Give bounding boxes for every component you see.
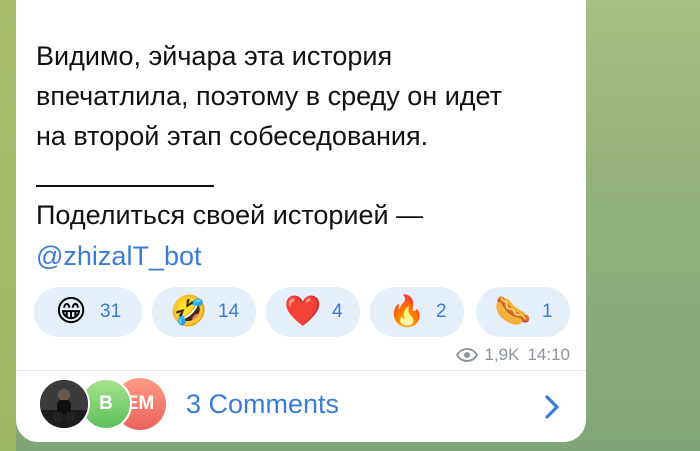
reaction-chip[interactable]: 🔥 2	[370, 287, 464, 337]
share-story-text: Поделиться своей историей —	[36, 200, 424, 230]
chevron-right-icon[interactable]	[542, 394, 562, 425]
reaction-chip[interactable]: ❤️ 4	[266, 287, 360, 337]
rolling-laughing-icon: 🤣	[170, 295, 208, 328]
bot-link[interactable]: @zhizalT_bot	[36, 236, 201, 276]
red-heart-icon: ❤️	[284, 295, 322, 328]
eye-icon	[456, 348, 479, 362]
view-count: 1,9K	[484, 345, 520, 364]
message-meta: 1,9K 14:10	[456, 345, 570, 365]
comments-divider	[16, 370, 586, 371]
message-time: 14:10	[527, 345, 570, 364]
reaction-chip[interactable]: 😁 31	[34, 287, 142, 337]
reaction-count: 4	[332, 301, 343, 322]
hotdog-icon: 🌭	[494, 295, 532, 328]
reaction-count: 31	[100, 301, 122, 322]
comments-button[interactable]: 3 Comments	[186, 386, 339, 422]
message-text: Видимо, эйчара эта история впечатлила, п…	[36, 41, 503, 151]
commenter-avatar-photo	[38, 378, 90, 430]
reaction-count: 1	[542, 301, 553, 322]
reaction-count: 2	[436, 301, 447, 322]
reaction-chip[interactable]: 🌭 1	[476, 287, 570, 337]
chat-background-left	[0, 0, 16, 451]
user-photo-avatar	[40, 380, 88, 428]
reaction-chip[interactable]: 🤣 14	[152, 287, 256, 337]
reaction-count: 14	[218, 301, 240, 322]
text-divider	[36, 185, 214, 187]
fire-icon: 🔥	[388, 295, 426, 328]
grinning-face-icon: 😁	[55, 295, 87, 328]
